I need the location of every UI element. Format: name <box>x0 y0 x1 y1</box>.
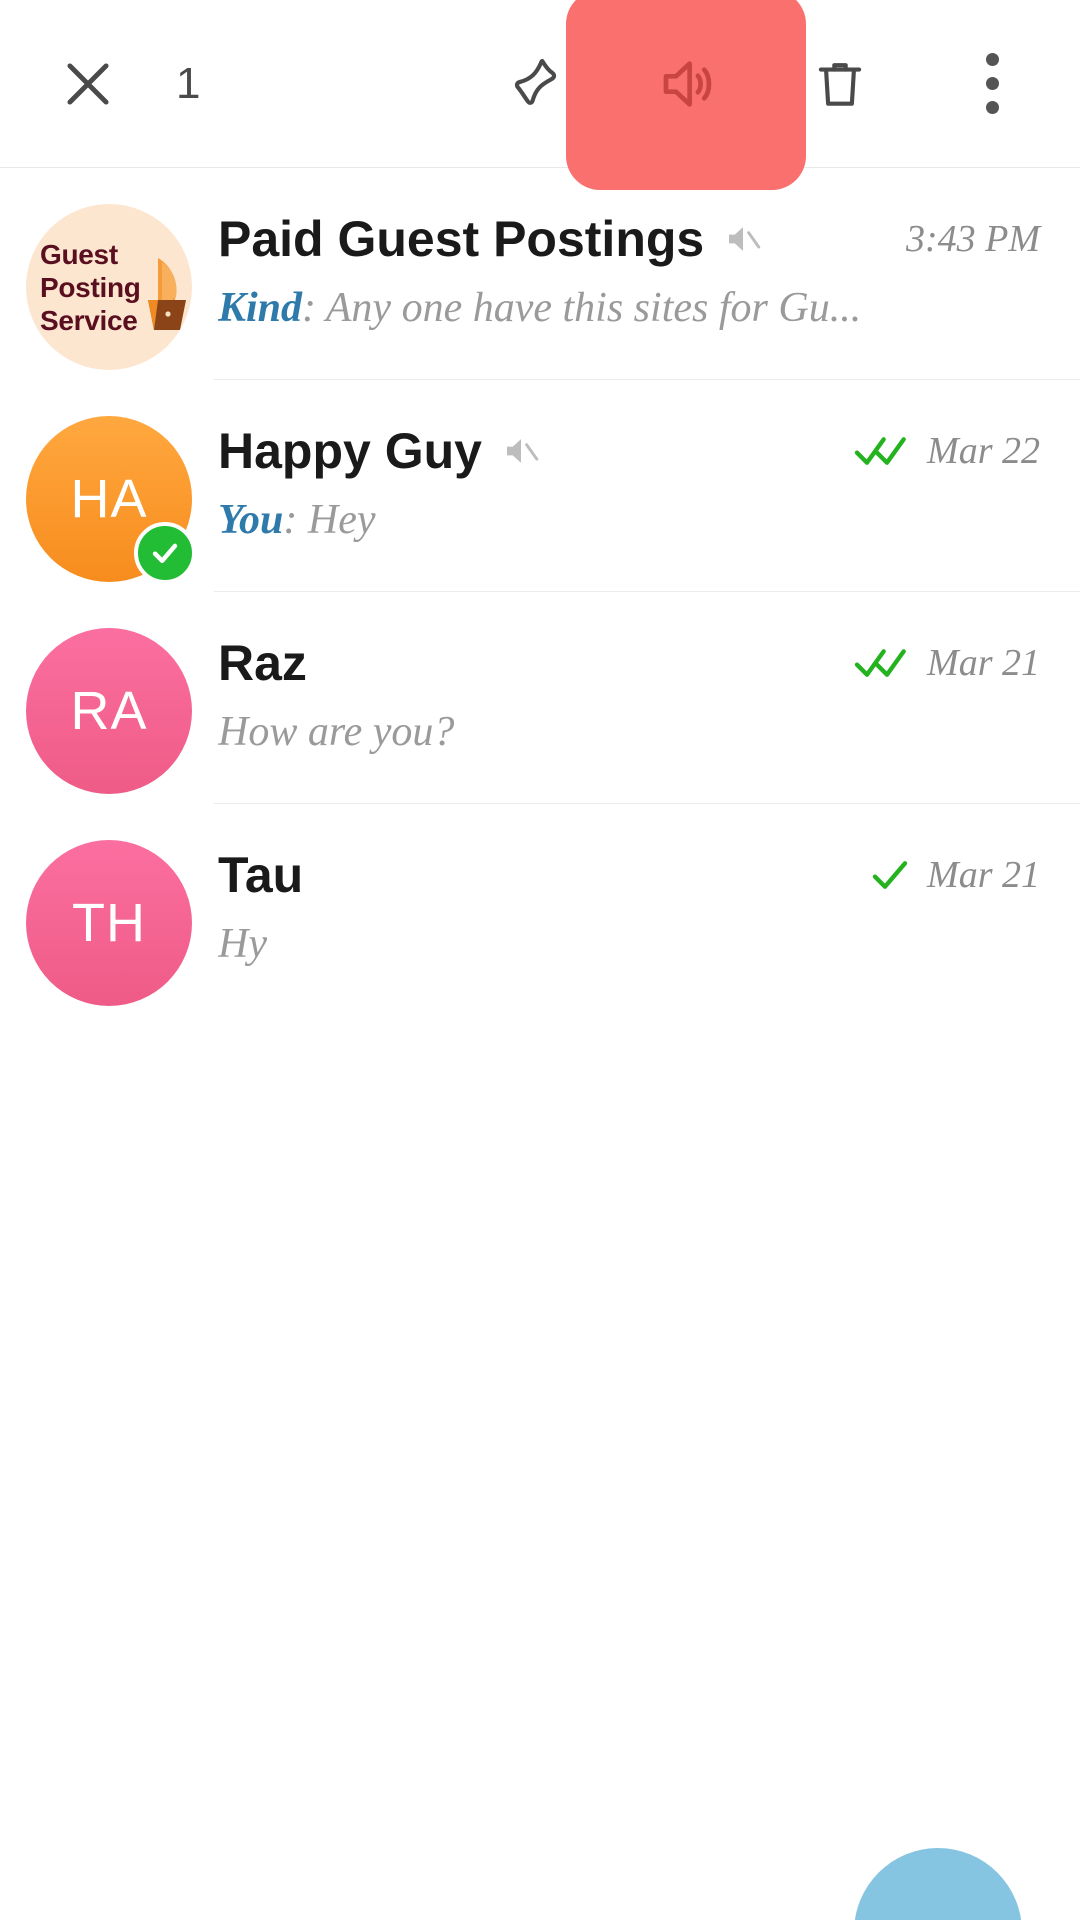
chat-meta: Mar 21 <box>853 853 1040 897</box>
chat-preview: How are you? <box>218 709 455 755</box>
mute-icon <box>506 439 539 463</box>
chat-meta: Mar 21 <box>837 641 1040 685</box>
chat-header-row: Paid Guest Postings 3:43 PM <box>218 210 1040 268</box>
check-icon <box>152 543 178 564</box>
chat-list-item[interactable]: Guest Posting Service Paid Guest Posting… <box>0 168 1080 380</box>
chat-list-item[interactable]: TH Tau Mar 21 Hy <box>0 804 1080 1016</box>
overflow-menu-icon <box>985 53 999 114</box>
preview-sender: Kind <box>218 285 303 331</box>
coffee-cup-icon <box>148 258 186 330</box>
double-check-icon <box>854 437 906 465</box>
mute-icon <box>729 227 761 251</box>
chat-list-screen: 1 Guest Posting Service Paid Guest Posti… <box>0 0 1080 1920</box>
new-chat-fab[interactable] <box>854 1848 1022 1920</box>
logo-line-3: Service <box>40 304 138 336</box>
preview-colon: : <box>302 285 326 331</box>
chat-content: Tau Mar 21 Hy <box>218 840 1040 968</box>
chat-timestamp: Mar 21 <box>927 854 1040 896</box>
chat-content: Happy Guy Mar 22 You: Hey <box>218 416 1040 544</box>
double-check-icon <box>854 649 906 677</box>
preview-sender: You <box>218 497 284 543</box>
chat-header-row: Raz Mar 21 <box>218 634 1040 692</box>
chat-title: Tau <box>218 847 304 903</box>
appbar-left-group: 1 <box>40 36 200 132</box>
unmute-icon <box>663 60 712 107</box>
appbar-action-group <box>488 36 1040 132</box>
selected-check-badge <box>134 522 196 584</box>
delete-icon <box>818 62 862 106</box>
logo-line-2: Posting <box>40 271 141 303</box>
chat-timestamp: 3:43 PM <box>905 218 1040 260</box>
chat-content: Paid Guest Postings 3:43 PM Kind: Any on… <box>218 204 1040 332</box>
avatar: TH <box>26 840 192 1006</box>
chat-list-item[interactable]: RA Raz Mar 21 How are you? <box>0 592 1080 804</box>
chat-list: Guest Posting Service Paid Guest Posting… <box>0 168 1080 1016</box>
chat-title: Paid Guest Postings <box>218 211 705 267</box>
chat-meta: Mar 22 <box>837 429 1040 473</box>
delete-chat-button[interactable] <box>792 36 888 132</box>
avatar-initials: TH <box>72 893 146 953</box>
single-check-icon <box>872 861 908 889</box>
avatar-wrapper[interactable]: Guest Posting Service <box>26 204 192 370</box>
chat-preview: Kind: Any one have this sites for Gu... <box>218 284 1040 332</box>
pin-chat-button[interactable] <box>488 36 584 132</box>
avatar-initials: RA <box>70 681 148 741</box>
chat-preview: Hy <box>218 921 267 967</box>
chat-title: Raz <box>218 635 307 691</box>
avatar-wrapper[interactable]: HA <box>26 416 196 584</box>
preview-text: Hey <box>307 497 376 543</box>
avatar-wrapper[interactable]: RA <box>26 628 192 794</box>
chat-header-row: Tau Mar 21 <box>218 846 1040 904</box>
close-icon <box>67 62 109 105</box>
preview-colon: : <box>283 497 308 543</box>
avatar-wrapper[interactable]: TH <box>26 840 192 1006</box>
unmute-chat-button[interactable] <box>640 36 736 132</box>
logo-line-1: Guest <box>40 238 118 270</box>
avatar-initials: HA <box>70 469 148 529</box>
chat-content: Raz Mar 21 How are you? <box>218 628 1040 756</box>
chat-title: Happy Guy <box>218 423 482 479</box>
close-selection-button[interactable] <box>40 36 136 132</box>
chat-header-row: Happy Guy Mar 22 <box>218 422 1040 480</box>
chat-timestamp: Mar 22 <box>927 430 1040 472</box>
chat-meta: 3:43 PM <box>890 217 1040 261</box>
chat-timestamp: Mar 21 <box>927 642 1040 684</box>
overflow-menu-button[interactable] <box>944 36 1040 132</box>
chat-preview: You: Hey <box>218 496 1040 544</box>
avatar: RA <box>26 628 192 794</box>
pin-icon <box>514 58 557 105</box>
selection-action-bar: 1 <box>0 0 1080 190</box>
chat-list-item[interactable]: HA Happy Guy Mar 22 You: Hey <box>0 380 1080 592</box>
preview-text: Any one have this sites for Gu... <box>325 285 862 331</box>
avatar: Guest Posting Service <box>26 204 192 370</box>
selected-count-label: 1 <box>176 58 201 108</box>
